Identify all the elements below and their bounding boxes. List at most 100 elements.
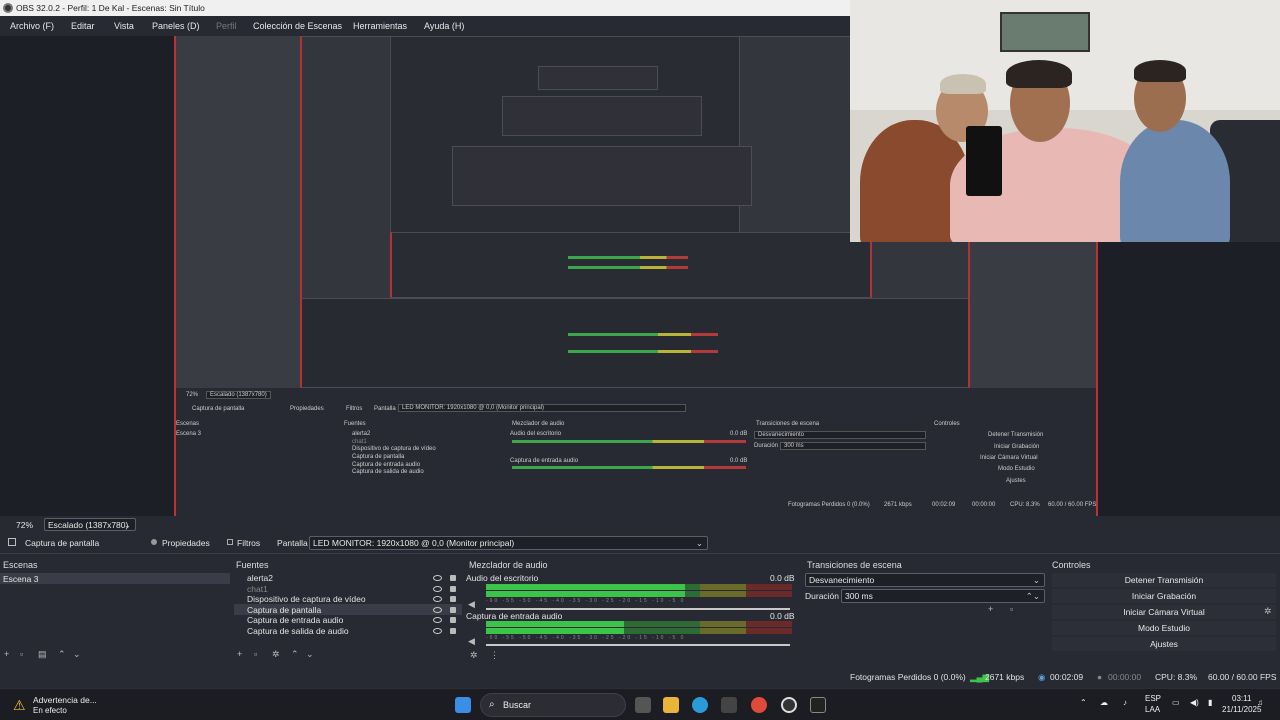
bitrate: 2671 kbps bbox=[985, 672, 1025, 682]
lock-icon[interactable] bbox=[450, 596, 456, 602]
cpu-usage: CPU: 8.3% bbox=[1155, 672, 1198, 682]
menu-paneles[interactable]: Paneles (D) bbox=[152, 21, 200, 31]
warning-icon[interactable]: ⚠ bbox=[13, 697, 26, 714]
duration-input[interactable]: 300 ms ⌃⌄ bbox=[841, 589, 1045, 603]
edge-icon[interactable] bbox=[692, 697, 708, 713]
nested-sources-title: Fuentes bbox=[344, 421, 366, 427]
source-gear-icon[interactable]: ✲ bbox=[272, 649, 280, 660]
menu-vista[interactable]: Vista bbox=[114, 21, 134, 31]
notifications-bell-icon[interactable]: ♫ bbox=[1257, 698, 1263, 707]
file-explorer-icon[interactable] bbox=[663, 697, 679, 713]
remove-source-icon[interactable]: ▫ bbox=[254, 649, 257, 659]
start-virtual-camera-button[interactable]: Iniciar Cámara Virtual bbox=[1052, 605, 1276, 619]
source-down-icon[interactable]: ⌄ bbox=[306, 649, 314, 660]
nested-src-2: Dispositivo de captura de vídeo bbox=[352, 446, 436, 452]
menu-herramientas[interactable]: Herramientas bbox=[353, 21, 407, 31]
add-scene-icon[interactable]: + bbox=[4, 649, 9, 659]
nested-src-0: alerta2 bbox=[352, 431, 371, 437]
scene-item[interactable]: Escena 3 bbox=[3, 574, 38, 584]
chrome-icon[interactable] bbox=[751, 697, 767, 713]
source-item-screen-capture[interactable]: Captura de pantalla bbox=[247, 605, 321, 615]
add-transition-icon[interactable]: + bbox=[988, 604, 993, 614]
mixer-ticks-1: -60 -55 -50 -45 -40 -35 -30 -25 -20 -15 … bbox=[486, 598, 686, 604]
webcam-wall-picture bbox=[1000, 12, 1090, 52]
eye-icon[interactable] bbox=[433, 628, 442, 634]
speaker-icon[interactable]: ◀ bbox=[468, 636, 475, 647]
remove-transition-icon[interactable]: ▫ bbox=[1010, 604, 1013, 614]
lock-icon[interactable] bbox=[450, 586, 456, 592]
lock-icon[interactable] bbox=[450, 628, 456, 634]
source-item-audio-output[interactable]: Captura de salida de audio bbox=[247, 626, 349, 636]
mixer-menu-icon[interactable]: ⋮ bbox=[490, 650, 499, 661]
eye-icon[interactable] bbox=[433, 617, 442, 623]
nested-duration: 300 ms bbox=[780, 442, 926, 450]
notification-title[interactable]: Advertencia de... bbox=[33, 695, 97, 705]
settings-button[interactable]: Ajustes bbox=[1052, 637, 1276, 651]
nested-preview-3 bbox=[452, 146, 752, 206]
mixer-title: Mezclador de audio bbox=[469, 560, 548, 570]
filters-button[interactable]: Filtros bbox=[237, 538, 260, 548]
source-item-audio-input[interactable]: Captura de entrada audio bbox=[247, 615, 343, 625]
menu-perfil[interactable]: Perfil bbox=[216, 21, 237, 31]
tray-chevron-icon[interactable]: ⌃ bbox=[1080, 698, 1087, 707]
lock-icon[interactable] bbox=[450, 607, 456, 613]
clock-date[interactable]: 21/11/2025 bbox=[1222, 705, 1261, 714]
eye-icon[interactable] bbox=[433, 575, 442, 581]
scene-down-icon[interactable]: ⌄ bbox=[73, 649, 81, 660]
task-view-icon[interactable] bbox=[635, 697, 651, 713]
tray-app-icon[interactable]: ☁ bbox=[1100, 698, 1108, 707]
mixer-ticks-2: -60 -55 -50 -45 -40 -35 -30 -25 -20 -15 … bbox=[486, 635, 686, 641]
volume-slider-1[interactable] bbox=[486, 608, 790, 610]
start-recording-button[interactable]: Iniciar Grabación bbox=[1052, 589, 1276, 603]
add-source-icon[interactable]: + bbox=[237, 649, 242, 659]
network-icon[interactable]: ▭ bbox=[1172, 698, 1180, 707]
volume-slider-2[interactable] bbox=[486, 644, 790, 646]
nested-panel-a bbox=[390, 232, 872, 298]
epic-games-icon[interactable] bbox=[810, 697, 826, 713]
lock-icon[interactable] bbox=[450, 575, 456, 581]
nested-src-1: chat1 bbox=[352, 439, 367, 445]
lock-icon[interactable] bbox=[450, 617, 456, 623]
clock-time[interactable]: 03:11 bbox=[1232, 694, 1251, 703]
scene-up-icon[interactable]: ⌃ bbox=[58, 649, 66, 660]
source-up-icon[interactable]: ⌃ bbox=[291, 649, 299, 660]
webcam-hair-right bbox=[1134, 60, 1186, 82]
windows-start-icon[interactable] bbox=[455, 697, 471, 713]
remove-scene-icon[interactable]: ▫ bbox=[20, 649, 23, 659]
language-layout[interactable]: LAA bbox=[1145, 705, 1160, 714]
scale-select[interactable]: Escalado (1387x780) ⌄ bbox=[44, 518, 136, 531]
studio-mode-button[interactable]: Modo Estudio bbox=[1052, 621, 1276, 635]
menu-ayuda[interactable]: Ayuda (H) bbox=[424, 21, 464, 31]
eye-icon[interactable] bbox=[433, 607, 442, 613]
virtual-camera-settings-icon[interactable]: ✲ bbox=[1264, 606, 1272, 617]
source-item-video-capture[interactable]: Dispositivo de captura de vídeo bbox=[247, 594, 366, 604]
stop-stream-button[interactable]: Detener Transmisión bbox=[1052, 573, 1276, 587]
battery-icon[interactable]: ▮ bbox=[1208, 698, 1212, 707]
speaker-icon[interactable]: ◀ bbox=[468, 599, 475, 610]
eye-icon[interactable] bbox=[433, 586, 442, 592]
volume-icon[interactable]: ◀) bbox=[1190, 698, 1199, 707]
nested-panel-b bbox=[300, 298, 970, 388]
nested-stream: 00:02:09 bbox=[932, 502, 956, 508]
record-time: 00:00:00 bbox=[1108, 672, 1142, 682]
scene-filters-icon[interactable]: ▤ bbox=[38, 649, 47, 660]
menu-coleccion-escenas[interactable]: Colección de Escenas bbox=[253, 21, 342, 31]
store-icon[interactable] bbox=[721, 697, 737, 713]
taskbar-search[interactable]: ⌕ Buscar bbox=[480, 693, 626, 717]
transition-select[interactable]: Desvanecimiento ⌄ bbox=[805, 573, 1045, 587]
properties-button[interactable]: Propiedades bbox=[162, 538, 210, 548]
source-item-chat1[interactable]: chat1 bbox=[247, 584, 268, 594]
menu-archivo[interactable]: Archivo (F) bbox=[10, 21, 54, 31]
bottom-docks: Captura de pantalla Propiedades Filtros … bbox=[0, 532, 1280, 688]
source-item-alerta2[interactable]: alerta2 bbox=[247, 573, 273, 583]
language-code[interactable]: ESP bbox=[1145, 694, 1161, 703]
display-select[interactable]: LED MONITOR: 1920x1080 @ 0,0 (Monitor pr… bbox=[309, 536, 708, 550]
mixer-settings-icon[interactable]: ✲ bbox=[470, 650, 478, 661]
controls-title: Controles bbox=[1052, 560, 1091, 570]
nested-ctrl-1: Iniciar Grabación bbox=[994, 444, 1040, 450]
microphone-icon[interactable]: ♪ bbox=[1123, 698, 1127, 707]
nested-mixer-meter-1 bbox=[512, 440, 746, 443]
menu-editar[interactable]: Editar bbox=[71, 21, 95, 31]
eye-icon[interactable] bbox=[433, 596, 442, 602]
obs-taskbar-icon[interactable] bbox=[781, 697, 797, 713]
